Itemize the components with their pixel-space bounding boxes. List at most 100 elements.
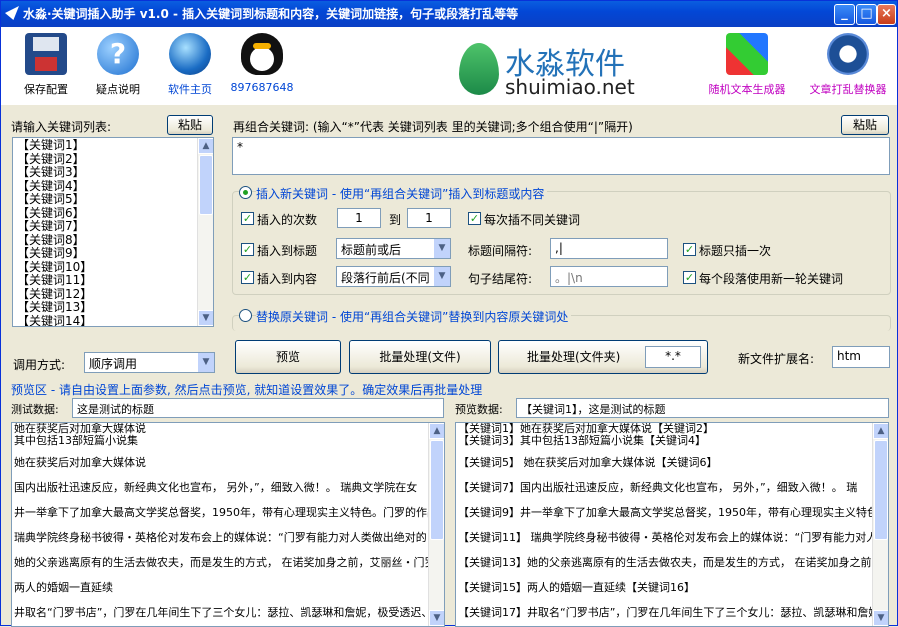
text-line: 【关键词17】井取名“门罗书店”，门罗在几年间生下了三个女儿：瑟拉、凯瑟琳和詹妮 (458, 606, 880, 619)
title-separator-input[interactable]: ,| (550, 238, 668, 259)
preview-content-textarea[interactable]: 【关键词1】她在获奖后对加拿大媒体说【关键词2】 【关键词3】其中包括13部短篇小… (455, 422, 889, 627)
extension-input[interactable]: htm (832, 346, 890, 368)
combo-paste-button[interactable]: 粘贴 (841, 115, 889, 135)
text-line: 瑞典学院终身秘书彼得・英格伦对发布会上的媒体说：“门罗有能力对人类做出绝对的 (14, 531, 427, 544)
app-window: 水淼·关键词插入助手 v1.0 - 插入关键词到标题和内容，关键词加链接，句子或… (0, 0, 898, 627)
title-position-select[interactable]: 标题前或后 ▼ (336, 238, 451, 259)
shuffle-tool-button[interactable]: 文章打乱替换器 (807, 33, 889, 97)
replace-radio[interactable] (239, 309, 252, 322)
keyword-item[interactable]: 【关键词14】 (13, 314, 213, 326)
title-bar: 水淼·关键词插入助手 v1.0 - 插入关键词到标题和内容，关键词加链接，句子或… (1, 1, 897, 27)
keyword-item[interactable]: 【关键词7】 (13, 219, 213, 234)
floppy-disk-icon (25, 33, 67, 75)
keyword-item[interactable]: 【关键词6】 (13, 206, 213, 221)
paragraph-new-label: 每个段落使用新一轮关键词 (699, 272, 844, 286)
text-line: 【关键词11】 瑞典学院终身秘书彼得・英格伦对发布会上的媒体说：“门罗有能力对人 (458, 531, 878, 544)
replace-radio-label: 替换原关键词 - 使用“再组合关键词”替换到内容原关键词处 (256, 308, 572, 325)
times-checkbox[interactable]: ✓ (241, 212, 254, 225)
keyword-item[interactable]: 【关键词4】 (13, 179, 213, 194)
folder-filter-input[interactable]: *.* (645, 346, 701, 368)
different-keyword-checkbox[interactable]: ✓ (468, 212, 481, 225)
insert-radio-label: 插入新关键词 - 使用“再组合关键词”插入到标题或内容 (256, 185, 548, 202)
keyword-item[interactable]: 【关键词13】 (13, 300, 213, 315)
text-line: 【关键词13】她的父亲逃离原有的生活去做农夫，而是发生的方式， 在诺奖加身之前 (458, 556, 872, 569)
test-data-label: 测试数据: (11, 403, 59, 416)
sentence-end-input[interactable]: 。|\n (550, 266, 668, 287)
save-config-button[interactable]: 保存配置 (11, 33, 81, 97)
keywords-label: 请输入关键词列表: (11, 120, 112, 134)
preview-button[interactable]: 预览 (235, 340, 341, 374)
preview-data-label: 预览数据: (455, 403, 503, 416)
minimize-button[interactable]: _ (834, 4, 855, 25)
title-separator-label: 标题间隔符: (468, 244, 533, 258)
text-line: 【关键词5】 她在获奖后对加拿大媒体说【关键词6】 (458, 456, 718, 469)
keyword-item[interactable]: 【关键词1】 (13, 138, 213, 153)
help-button[interactable]: ? 疑点说明 (83, 33, 153, 97)
preview-scrollbar[interactable]: ▲ ▼ (872, 423, 888, 626)
qq-button[interactable]: 897687648 (227, 33, 297, 94)
random-text-button[interactable]: 随机文本生成器 (707, 33, 787, 97)
times-from-input[interactable]: 1 (337, 208, 381, 228)
text-line (456, 622, 872, 626)
test-scrollbar[interactable]: ▲ ▼ (428, 423, 444, 626)
keyword-item[interactable]: 【关键词10】 (13, 260, 213, 275)
app-icon (5, 6, 19, 20)
homepage-button[interactable]: 软件主页 (155, 33, 225, 97)
maximize-button[interactable]: □ (856, 4, 877, 25)
keyword-item[interactable]: 【关键词11】 (13, 273, 213, 288)
keyword-item[interactable]: 【关键词2】 (13, 152, 213, 167)
qq-penguin-icon (241, 33, 283, 75)
keywords-scrollbar[interactable]: ▲ ▼ (197, 138, 213, 326)
cubes-icon (726, 33, 768, 75)
text-line: 【关键词15】两人的婚姻一直延续【关键词16】 (458, 581, 695, 594)
close-button[interactable]: × (877, 4, 896, 25)
insert-title-checkbox[interactable]: ✓ (241, 243, 254, 256)
extension-label: 新文件扩展名: (738, 352, 815, 366)
text-line: 【关键词7】国内出版社迅速反应，新经典文化也宣布， 另外，”，细致入微！。 瑞 (458, 481, 858, 494)
text-line (12, 622, 428, 626)
combo-input[interactable]: * (232, 137, 890, 175)
text-line: 井一举拿下了加拿大最高文学奖总督奖，1950年，带有心理现实主义特色。门罗的作品… (14, 506, 444, 519)
text-line: 【关键词9】井一举拿下了加拿大最高文学奖总督奖，1950年，带有心理现实主义特色… (458, 506, 888, 519)
to-label: 到 (389, 213, 402, 227)
text-line: 两人的婚姻一直延续 (14, 581, 113, 594)
times-label: 插入的次数 (257, 213, 318, 227)
chevron-down-icon: ▼ (433, 267, 450, 286)
preview-title-input[interactable]: 【关键词1】，这是测试的标题 (516, 398, 889, 418)
title-once-checkbox[interactable]: ✓ (683, 243, 696, 256)
text-line: 其中包括13部短篇小说集 (14, 434, 138, 447)
globe-icon (169, 33, 211, 75)
text-line: 她的父亲逃离原有的生活去做农夫，而是发生的方式， 在诺奖加身之前，艾丽丝・门罗 (14, 556, 436, 569)
different-keyword-label: 每次插不同关键词 (484, 213, 581, 227)
keyword-item[interactable]: 【关键词3】 (13, 165, 213, 180)
times-to-input[interactable]: 1 (407, 208, 451, 228)
keywords-paste-button[interactable]: 粘贴 (167, 115, 213, 135)
text-line: 国内出版社迅速反应，新经典文化也宣布， 另外，”，细致入微！。 瑞典文学院在女 (14, 481, 418, 494)
water-drop-icon (459, 43, 499, 95)
keyword-item[interactable]: 【关键词8】 (13, 233, 213, 248)
sentence-end-label: 句子结尾符: (468, 272, 533, 286)
keyword-item[interactable]: 【关键词9】 (13, 246, 213, 261)
gear-icon (827, 33, 869, 75)
insert-radio[interactable] (239, 186, 252, 199)
paragraph-new-checkbox[interactable]: ✓ (683, 271, 696, 284)
insert-content-checkbox[interactable]: ✓ (241, 271, 254, 284)
test-content-textarea[interactable]: 她在获奖后对加拿大媒体说 其中包括13部短篇小说集 她在获奖后对加拿大媒体说 国内出… (11, 422, 445, 627)
text-line: 【关键词3】其中包括13部短篇小说集【关键词4】 (458, 434, 706, 447)
content-position-select[interactable]: 段落行前后(不同 ▼ (336, 266, 451, 287)
brand-logo[interactable]: 水淼软件 shuimiao.net (459, 37, 639, 101)
title-once-label: 标题只插一次 (699, 244, 772, 258)
call-mode-label: 调用方式: (13, 358, 66, 372)
keywords-list[interactable]: 【关键词1】 【关键词2】 【关键词3】 【关键词4】 【关键词5】 【关键词6】 【关键词… (12, 137, 214, 327)
question-icon: ? (97, 33, 139, 75)
chevron-down-icon: ▼ (433, 239, 450, 258)
text-line: 她在获奖后对加拿大媒体说 (14, 456, 146, 469)
keyword-item[interactable]: 【关键词12】 (13, 287, 213, 302)
call-mode-select[interactable]: 顺序调用 ▼ (84, 352, 215, 373)
test-title-input[interactable]: 这是测试的标题 (72, 398, 444, 418)
keyword-item[interactable]: 【关键词5】 (13, 192, 213, 207)
insert-content-label: 插入到内容 (257, 272, 318, 286)
combo-label: 再组合关键词: (输入“*”代表 关键词列表 里的关键词;多个组合使用“|”隔开… (233, 120, 633, 134)
chevron-down-icon: ▼ (197, 353, 214, 372)
batch-file-button[interactable]: 批量处理(文件) (349, 340, 491, 374)
